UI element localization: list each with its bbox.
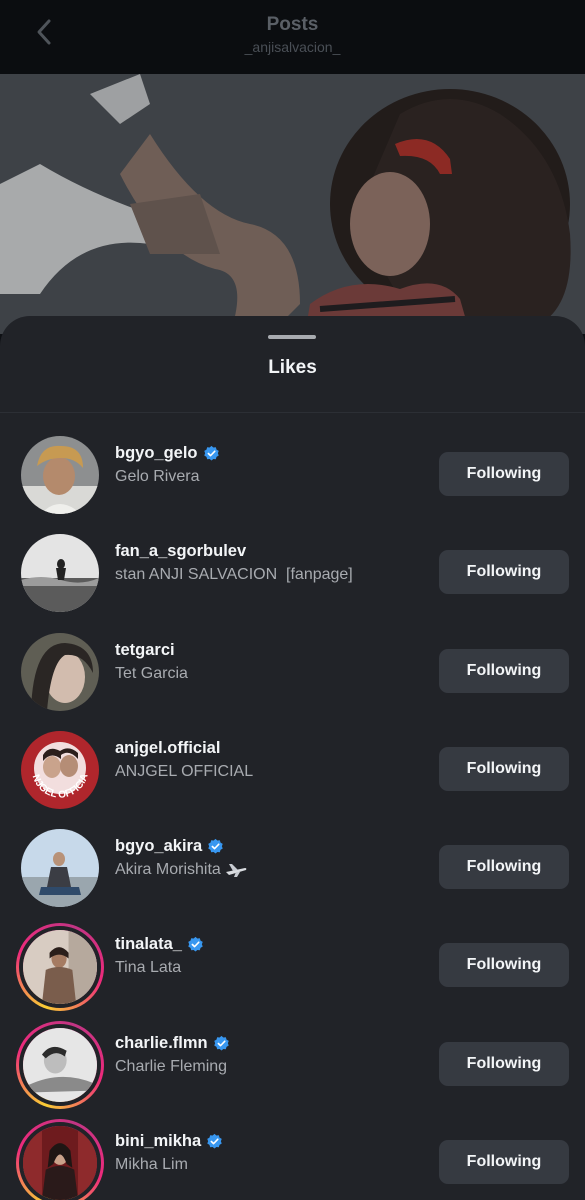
username[interactable]: bgyo_akira — [115, 837, 202, 856]
avatar[interactable] — [21, 534, 99, 613]
verified-badge-icon — [208, 839, 223, 854]
username[interactable]: bgyo_gelo — [115, 444, 198, 463]
list-item[interactable]: charlie.flmn Charlie Fleming Following — [0, 1016, 585, 1114]
username[interactable]: anjgel.official — [115, 739, 220, 758]
full-name: Gelo Rivera — [115, 468, 200, 485]
username[interactable]: tinalata_ — [115, 935, 182, 954]
username[interactable]: charlie.flmn — [115, 1034, 208, 1053]
avatar-story-ring[interactable] — [16, 922, 104, 1011]
following-button[interactable]: Following — [439, 943, 569, 988]
chevron-left-icon — [37, 19, 51, 45]
full-name: Tet Garcia — [115, 664, 188, 682]
user-info[interactable]: bgyo_akira Akira Morishita — [115, 837, 247, 879]
list-item[interactable]: tinalata_ Tina Lata Following — [0, 917, 585, 1015]
full-name: stan ANJI SALVACION [fanpage] — [115, 566, 353, 584]
full-name: ANJGEL OFFICIAL — [115, 762, 254, 780]
avatar[interactable] — [19, 1023, 101, 1106]
page-title: Posts — [266, 13, 319, 35]
avatar[interactable] — [19, 925, 101, 1008]
back-button[interactable] — [26, 14, 62, 50]
user-info[interactable]: anjgel.official ANJGEL OFFICIAL — [115, 739, 253, 781]
post-image — [0, 74, 585, 334]
page-subtitle: _anjisalvacion_ — [244, 38, 341, 55]
likes-sheet: Likes bgyo_gelo Gelo Rivera Following fa… — [0, 316, 585, 1200]
following-button[interactable]: Following — [439, 550, 569, 595]
following-button[interactable]: Following — [439, 648, 569, 693]
avatar[interactable] — [19, 1122, 101, 1200]
list-item[interactable]: tetgarci Tet Garcia Following — [0, 623, 585, 721]
following-button[interactable]: Following — [439, 845, 569, 890]
following-button[interactable]: Following — [439, 1140, 569, 1185]
username[interactable]: fan_a_sgorbulev — [115, 542, 246, 561]
divider — [0, 412, 585, 413]
following-button[interactable]: Following — [439, 452, 569, 496]
list-item[interactable]: ANJGEL OFFICIAL anjgel.official ANJGEL O… — [0, 721, 585, 819]
user-info[interactable]: fan_a_sgorbulev stan ANJI SALVACION [fan… — [115, 542, 353, 584]
avatar[interactable] — [21, 632, 99, 711]
full-name-line: Akira Morishita — [115, 861, 247, 879]
list-item[interactable]: bgyo_akira Akira Morishita Following — [0, 819, 585, 917]
full-name: Mikha Lim — [115, 1156, 188, 1174]
sheet-title: Likes — [268, 357, 317, 378]
avatar-story-ring[interactable] — [16, 1119, 104, 1200]
full-name: Akira Morishita — [115, 861, 221, 879]
verified-badge-icon — [203, 445, 219, 461]
user-info[interactable]: bgyo_gelo Gelo Rivera — [115, 444, 220, 486]
following-button[interactable]: Following — [439, 1041, 569, 1086]
top-header: Posts _anjisalvacion_ — [0, 0, 585, 74]
avatar[interactable]: ANJGEL OFFICIAL — [21, 731, 99, 810]
likes-list: bgyo_gelo Gelo Rivera Following fan_a_sg… — [0, 426, 585, 1200]
user-info[interactable]: bini_mikha Mikha Lim — [115, 1132, 223, 1174]
username[interactable]: tetgarci — [115, 641, 175, 660]
user-info[interactable]: charlie.flmn Charlie Fleming — [115, 1034, 230, 1076]
list-item[interactable]: fan_a_sgorbulev stan ANJI SALVACION [fan… — [0, 524, 585, 622]
full-name: Charlie Fleming — [115, 1057, 228, 1075]
avatar[interactable] — [21, 436, 99, 515]
sheet-drag-handle[interactable] — [268, 335, 316, 339]
list-item[interactable]: bini_mikha Mikha Lim Following — [0, 1114, 585, 1200]
avatar[interactable] — [21, 829, 99, 908]
airplane-icon — [225, 864, 247, 878]
full-name: Tina Lata — [115, 959, 182, 977]
verified-badge-icon — [207, 1133, 222, 1149]
user-info[interactable]: tetgarci Tet Garcia — [115, 641, 188, 683]
avatar-story-ring[interactable] — [16, 1020, 104, 1109]
list-item[interactable]: bgyo_gelo Gelo Rivera Following — [0, 426, 585, 524]
verified-badge-icon — [188, 937, 203, 953]
following-button[interactable]: Following — [439, 746, 569, 791]
verified-badge-icon — [213, 1035, 229, 1051]
username[interactable]: bini_mikha — [115, 1132, 201, 1151]
user-info[interactable]: tinalata_ Tina Lata — [115, 935, 204, 977]
